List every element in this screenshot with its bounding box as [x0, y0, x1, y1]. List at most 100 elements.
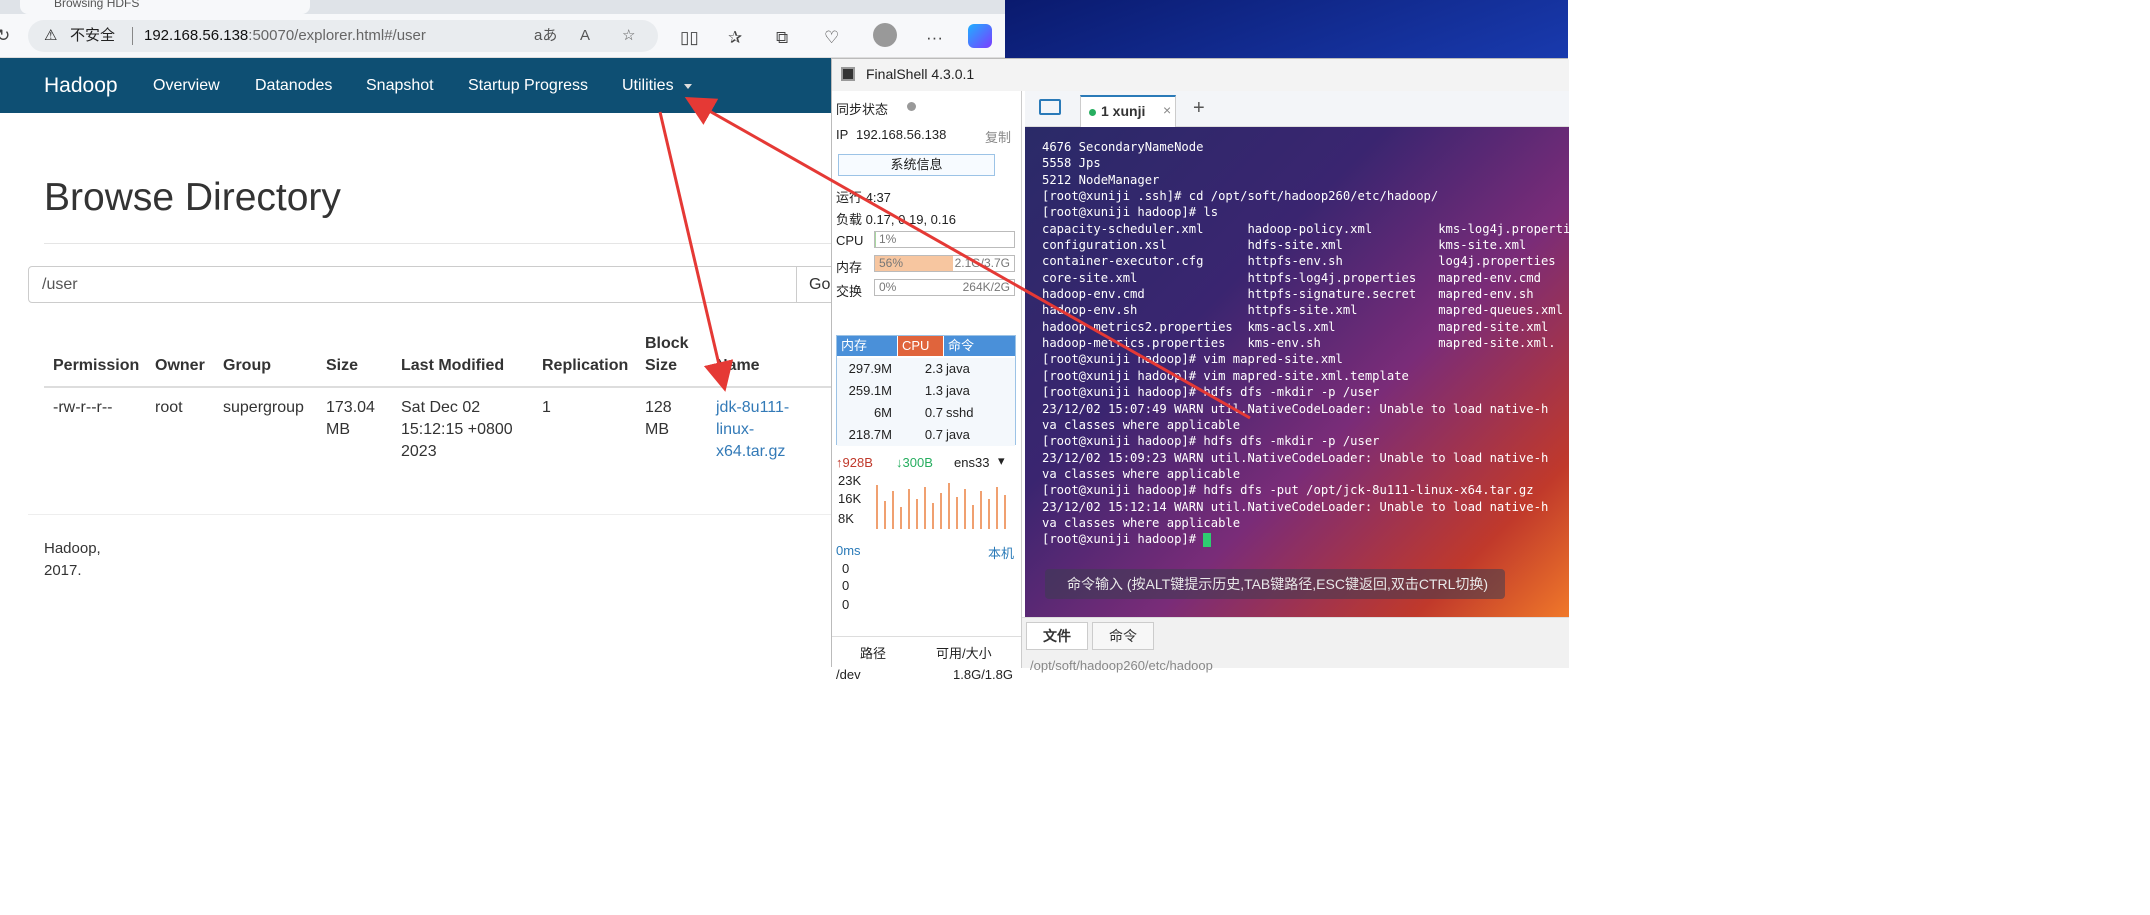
tab-commands[interactable]: 命令 — [1092, 622, 1154, 650]
url-rest: :50070/explorer.html#/user — [248, 27, 426, 44]
process-row[interactable]: 297.9M 2.3 java — [837, 358, 1015, 380]
warning-icon: ⚠ — [44, 27, 58, 44]
cpu-bar: 1% — [874, 231, 1015, 248]
col-block-size-line1[interactable]: Block — [645, 333, 689, 355]
proc-cpu: 2.3 — [924, 361, 943, 376]
net-tick: 23K — [838, 473, 862, 488]
nav-snapshot[interactable]: Snapshot — [366, 77, 434, 95]
cell-modified-line2: 15:12:15 +0800 — [401, 421, 513, 438]
collections-icon[interactable]: ⧉ — [776, 28, 788, 48]
page-title: Browse Directory — [44, 176, 341, 219]
process-table: 内存 CPU 命令 297.9M 2.3 java 259.1M 1.3 jav… — [836, 335, 1016, 446]
chevron-down-icon[interactable]: ▾ — [998, 453, 1005, 469]
monitor-panel: 同步状态 IP 192.168.56.138 复制 系统信息 运行 4:37 负… — [832, 91, 1022, 682]
col-block-size-line2[interactable]: Size — [645, 355, 677, 377]
favorites-icon[interactable]: ✰ — [728, 28, 742, 48]
nav-utilities[interactable]: Utilities — [622, 77, 674, 95]
proc-cpu: 1.3 — [924, 383, 943, 398]
process-row[interactable]: 259.1M 1.3 java — [837, 380, 1015, 402]
cell-block-line1: 128 — [645, 399, 672, 416]
divider — [44, 243, 834, 244]
footer-line1: Hadoop, — [44, 540, 101, 557]
folder-icon[interactable] — [1039, 99, 1061, 115]
finalshell-titlebar: FinalShell 4.3.0.1 — [832, 59, 1569, 91]
col-name[interactable]: Name — [716, 355, 760, 377]
proc-cmd: java — [946, 383, 970, 398]
disk-table: 路径 可用/大小 /dev 1.8G/1.8G — [832, 636, 1021, 682]
net-upload: ↑928B — [836, 455, 873, 470]
footer-line2: 2017. — [44, 562, 82, 579]
copilot-icon[interactable] — [968, 24, 992, 48]
nav-startup-progress[interactable]: Startup Progress — [468, 77, 588, 95]
network-chart — [876, 483, 1006, 529]
navbar-brand[interactable]: Hadoop — [44, 74, 118, 98]
file-link-line1[interactable]: jdk-8u111- — [716, 397, 789, 419]
terminal[interactable]: 4676 SecondaryNameNode 5558 Jps 5212 Nod… — [1025, 127, 1569, 617]
address-bar[interactable]: ⚠ 不安全 192.168.56.138:50070/explorer.html… — [28, 20, 658, 52]
command-input[interactable]: 命令输入 (按ALT键提示历史,TAB键路径,ESC键返回,双击CTRL切换) — [1045, 569, 1505, 599]
go-button[interactable]: Go! — [796, 266, 836, 303]
browser-tab[interactable]: Browsing HDFS — [20, 0, 310, 14]
nav-datanodes[interactable]: Datanodes — [255, 77, 332, 95]
disk-col-size[interactable]: 可用/大小 — [936, 643, 992, 662]
net-interface-select[interactable]: ens33 — [954, 455, 989, 470]
session-tab[interactable]: 1 xunji × — [1080, 95, 1176, 127]
swap-bar: 0% 264K/2G — [874, 279, 1015, 296]
proc-cmd: java — [946, 361, 970, 376]
proc-cpu: 0.7 — [924, 405, 943, 420]
disk-col-path[interactable]: 路径 — [860, 643, 886, 662]
col-replication[interactable]: Replication — [542, 355, 628, 377]
path-input[interactable]: /user — [28, 266, 798, 303]
text-icon[interactable]: A — [580, 20, 590, 52]
col-last-modified[interactable]: Last Modified — [401, 355, 504, 377]
add-tab-icon[interactable]: + — [1193, 97, 1205, 120]
process-row[interactable]: 6M 0.7 sshd — [837, 402, 1015, 424]
process-row[interactable]: 218.7M 0.7 java — [837, 424, 1015, 446]
disk-path: /dev — [836, 667, 861, 682]
cpu-value: 1% — [879, 232, 897, 246]
cell-modified-line1: Sat Dec 02 — [401, 399, 481, 416]
caret-down-icon — [684, 84, 692, 89]
terminal-cursor — [1203, 532, 1212, 547]
cpu-label: CPU — [836, 233, 864, 248]
proc-col-mem[interactable]: 内存 — [837, 336, 897, 356]
swap-percent: 0% — [879, 280, 897, 294]
read-aloud-icon[interactable]: aあ — [534, 20, 557, 52]
more-menu-icon[interactable]: ··· — [926, 28, 943, 48]
file-link-line3[interactable]: x64.tar.gz — [716, 441, 785, 463]
avatar[interactable] — [873, 23, 897, 47]
bottom-panel: 文件 命令 /opt/soft/hadoop260/etc/hadoop — [1022, 617, 1569, 673]
col-owner[interactable]: Owner — [155, 355, 205, 377]
proc-col-cpu[interactable]: CPU — [898, 336, 943, 356]
split-screen-icon[interactable]: ▯▯ — [680, 28, 699, 48]
ip-label: IP — [836, 127, 849, 142]
back-icon[interactable]: ↻ — [0, 26, 10, 46]
proc-col-cmd[interactable]: 命令 — [944, 336, 1015, 356]
mem-detail: 2.1G/3.7G — [954, 256, 1010, 270]
cell-modified-line3: 2023 — [401, 443, 437, 460]
proc-mem: 297.9M — [848, 361, 892, 376]
favorite-star-icon[interactable]: ☆ — [622, 20, 635, 52]
ping-latency: 0ms — [836, 543, 861, 558]
proc-cpu: 0.7 — [924, 427, 943, 442]
insecure-label: 不安全 — [70, 27, 116, 44]
net-tick: 8K — [838, 511, 854, 526]
disk-size: 1.8G/1.8G — [953, 667, 1013, 682]
net-download: ↓300B — [896, 455, 933, 470]
close-icon[interactable]: × — [1163, 102, 1171, 118]
ping-tick: 0 — [842, 578, 850, 593]
tab-files[interactable]: 文件 — [1026, 622, 1088, 650]
file-link-line2[interactable]: linux- — [716, 419, 754, 441]
col-size[interactable]: Size — [326, 355, 358, 377]
health-icon[interactable]: ♡ — [824, 28, 839, 48]
ping-target[interactable]: 本机 — [988, 543, 1014, 562]
sysinfo-button[interactable]: 系统信息 — [838, 154, 995, 176]
ip-value: 192.168.56.138 — [856, 127, 947, 142]
proc-mem: 218.7M — [848, 427, 892, 442]
proc-mem: 6M — [873, 405, 892, 420]
ping-tick: 0 — [842, 561, 850, 576]
col-permission[interactable]: Permission — [53, 355, 139, 377]
copy-button[interactable]: 复制 — [985, 127, 1011, 146]
col-group[interactable]: Group — [223, 355, 271, 377]
nav-overview[interactable]: Overview — [153, 77, 220, 95]
